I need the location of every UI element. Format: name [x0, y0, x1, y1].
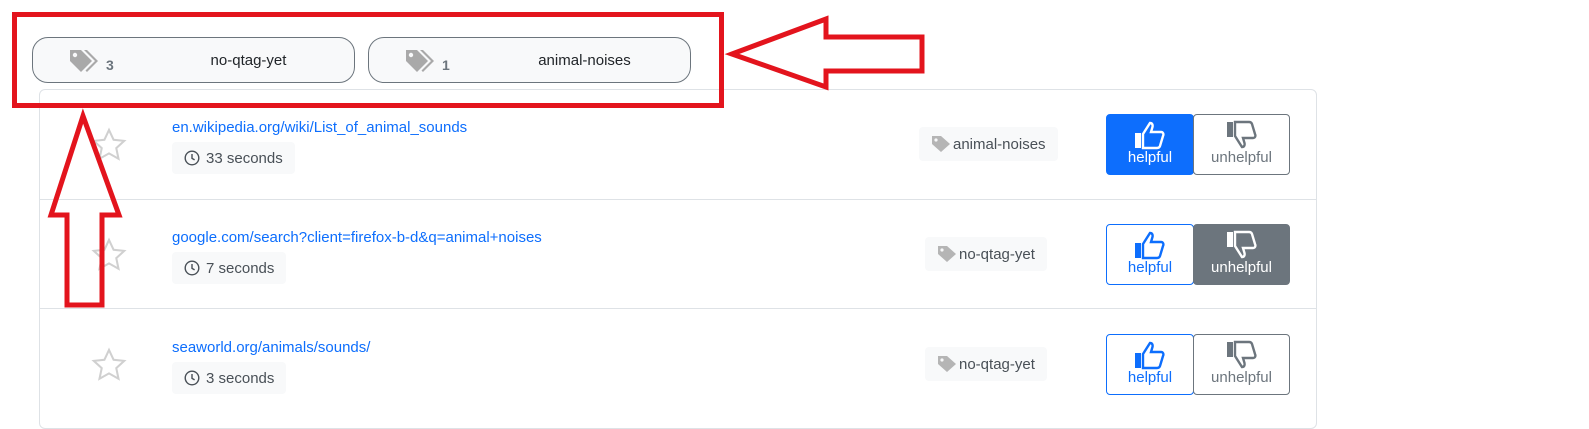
- result-row: seaworld.org/animals/sounds/ 3 seconds n…: [40, 308, 1316, 419]
- tag-label: animal-noises: [953, 135, 1046, 153]
- star-icon[interactable]: [90, 126, 128, 164]
- tag-label: no-qtag-yet: [959, 245, 1035, 263]
- thumbs-up-icon: [1135, 121, 1165, 150]
- thumbs-down-icon: [1226, 340, 1257, 369]
- result-url[interactable]: seaworld.org/animals/sounds/: [172, 339, 370, 356]
- star-icon[interactable]: [90, 236, 128, 274]
- clock-icon: [184, 150, 200, 166]
- star-icon[interactable]: [90, 346, 128, 384]
- unhelpful-label: unhelpful: [1211, 369, 1272, 386]
- helpful-label: helpful: [1127, 259, 1173, 276]
- time-label: 3 seconds: [206, 369, 275, 387]
- thumbs-up-icon: [1135, 231, 1165, 260]
- result-tag: no-qtag-yet: [925, 347, 1047, 381]
- unhelpful-button[interactable]: unhelpful: [1193, 114, 1290, 175]
- thumbs-down-icon: [1226, 230, 1257, 259]
- time-badge: 7 seconds: [172, 252, 287, 284]
- helpful-label: helpful: [1127, 369, 1173, 386]
- time-label: 7 seconds: [206, 259, 275, 277]
- result-url[interactable]: google.com/search?client=firefox-b-d&q=a…: [172, 229, 542, 246]
- arrow-left-annotation: [724, 15, 925, 91]
- helpful-button[interactable]: helpful: [1106, 334, 1194, 395]
- result-tag: animal-noises: [919, 127, 1058, 161]
- unhelpful-label: unhelpful: [1211, 259, 1272, 276]
- results-list: en.wikipedia.org/wiki/List_of_animal_sou…: [39, 89, 1317, 429]
- unhelpful-label: unhelpful: [1211, 149, 1272, 166]
- time-badge: 33 seconds: [172, 142, 295, 174]
- unhelpful-button[interactable]: unhelpful: [1193, 334, 1290, 395]
- helpful-label: helpful: [1127, 149, 1173, 166]
- thumbs-up-icon: [1135, 341, 1165, 370]
- tag-icon: [932, 136, 950, 152]
- result-url[interactable]: en.wikipedia.org/wiki/List_of_animal_sou…: [172, 119, 467, 136]
- result-tag: no-qtag-yet: [925, 237, 1047, 271]
- tag-icon: [938, 246, 956, 262]
- tag-icon: [938, 356, 956, 372]
- time-badge: 3 seconds: [172, 362, 287, 394]
- result-row: google.com/search?client=firefox-b-d&q=a…: [40, 199, 1316, 310]
- annotation-highlight-box: [12, 12, 724, 108]
- clock-icon: [184, 370, 200, 386]
- helpful-button[interactable]: helpful: [1106, 114, 1194, 175]
- tag-label: no-qtag-yet: [959, 355, 1035, 373]
- clock-icon: [184, 260, 200, 276]
- helpful-button[interactable]: helpful: [1106, 224, 1194, 285]
- time-label: 33 seconds: [206, 149, 283, 167]
- unhelpful-button[interactable]: unhelpful: [1193, 224, 1290, 285]
- thumbs-down-icon: [1226, 120, 1257, 149]
